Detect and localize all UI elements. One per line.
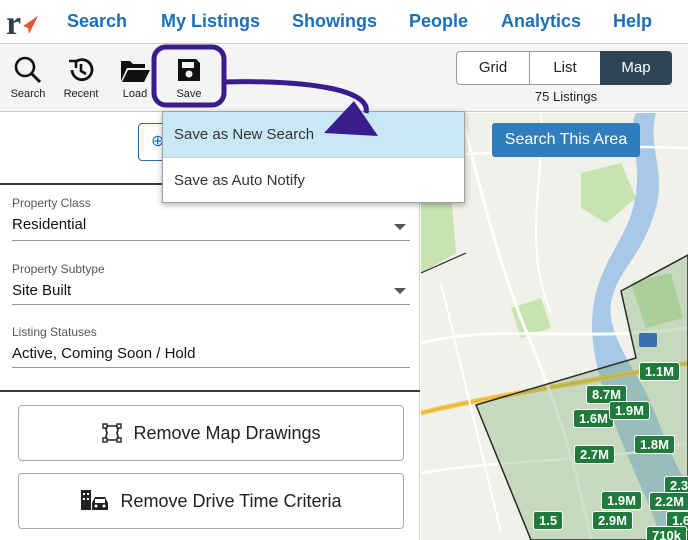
logo-icon[interactable]: r <box>4 4 42 40</box>
view-list-button[interactable]: List <box>529 51 601 85</box>
remove-map-drawings-label: Remove Map Drawings <box>133 422 321 443</box>
listing-pin[interactable]: 2.2M <box>649 492 688 511</box>
chevron-down-icon <box>394 224 406 230</box>
building-car-icon <box>81 490 109 510</box>
listing-pin[interactable]: 2.7M <box>574 445 615 464</box>
property-subtype-value: Site Built <box>12 282 72 299</box>
view-map-button[interactable]: Map <box>600 51 672 85</box>
listing-pin[interactable]: 710k <box>646 526 687 540</box>
chevron-down-icon <box>394 288 406 294</box>
save-as-new-search-item[interactable]: Save as New Search <box>163 112 464 157</box>
search-tool-label: Search <box>10 88 46 100</box>
save-as-auto-notify-item[interactable]: Save as Auto Notify <box>163 158 464 203</box>
listing-statuses-select[interactable]: Listing Statuses Active, Coming Soon / H… <box>12 325 410 368</box>
nav-showings[interactable]: Showings <box>292 11 377 32</box>
property-subtype-label: Property Subtype <box>12 262 105 276</box>
listing-pin[interactable]: 1.8M <box>634 435 675 454</box>
remove-drive-time-button[interactable]: Remove Drive Time Criteria <box>18 473 404 529</box>
view-grid-button[interactable]: Grid <box>456 51 530 85</box>
svg-text:r: r <box>6 5 21 40</box>
property-subtype-select[interactable]: Property Subtype Site Built <box>12 262 410 305</box>
save-menu: Save as New Search Save as Auto Notify <box>162 111 465 203</box>
nav-analytics[interactable]: Analytics <box>501 11 581 32</box>
load-tool-label: Load <box>122 88 148 100</box>
save-tool-label: Save <box>176 88 202 100</box>
app-root: r Search My Listings Showings People Ana… <box>0 0 688 540</box>
recent-tool-label: Recent <box>63 88 99 100</box>
listing-statuses-label: Listing Statuses <box>12 325 97 339</box>
recent-tool-button[interactable]: Recent <box>59 55 103 100</box>
property-class-value: Residential <box>12 216 87 233</box>
listing-pin[interactable]: 1.5 <box>533 511 564 530</box>
listing-count: 75 Listings <box>534 89 598 104</box>
nav-search[interactable]: Search <box>67 11 127 32</box>
listing-pin[interactable]: 1.6M <box>573 409 614 428</box>
search-tool-button[interactable]: Search <box>6 55 50 100</box>
history-icon <box>69 58 94 82</box>
listing-pin[interactable]: 1.9M <box>601 491 642 510</box>
toolbar: Search Recent Load Save Grid List Map 75… <box>0 45 688 112</box>
listing-pin[interactable]: 2.9M <box>592 511 633 530</box>
floppy-disk-icon <box>178 59 200 81</box>
nav-my-listings[interactable]: My Listings <box>161 11 260 32</box>
save-tool-button[interactable]: Save <box>167 55 211 100</box>
top-nav: r Search My Listings Showings People Ana… <box>0 0 688 44</box>
search-this-area-button[interactable]: Search This Area <box>492 123 640 157</box>
nav-people[interactable]: People <box>409 11 468 32</box>
nav-help[interactable]: Help <box>613 11 652 32</box>
listing-pin[interactable]: 1.9M <box>609 401 650 420</box>
listing-pin[interactable]: 1.1M <box>639 362 680 381</box>
load-tool-button[interactable]: Load <box>113 55 157 100</box>
section-divider <box>0 390 420 392</box>
folder-open-icon <box>121 61 150 82</box>
listing-statuses-value: Active, Coming Soon / Hold <box>12 345 196 362</box>
polygon-draw-icon <box>102 423 123 443</box>
search-icon <box>14 56 42 84</box>
remove-map-drawings-button[interactable]: Remove Map Drawings <box>18 405 404 461</box>
remove-drive-time-label: Remove Drive Time Criteria <box>120 490 342 511</box>
